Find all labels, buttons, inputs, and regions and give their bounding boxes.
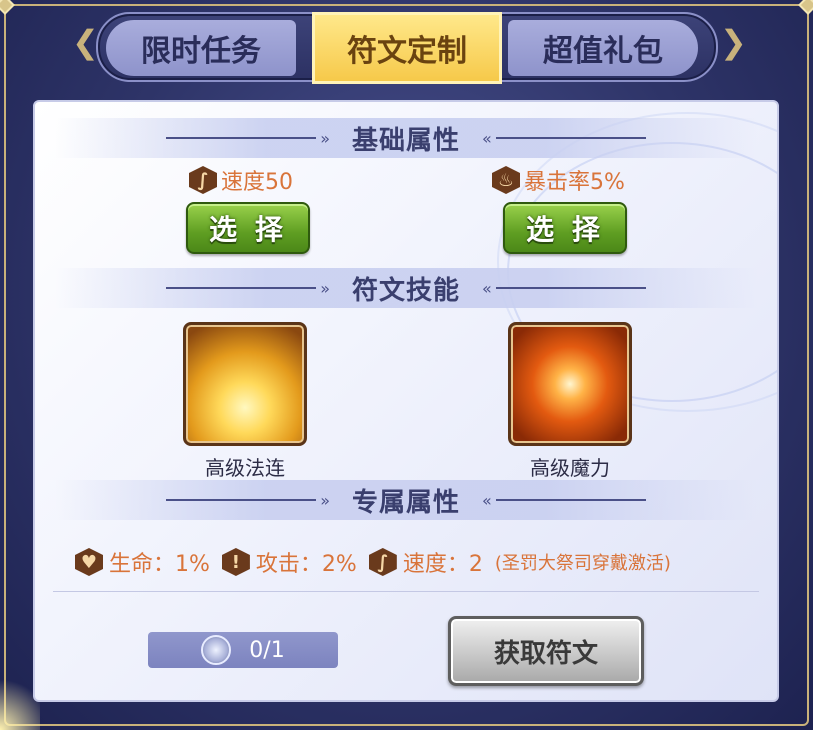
select-crit-button[interactable]: 选 择 <box>503 202 627 254</box>
divider <box>53 591 759 592</box>
section-header-exclusive: » 专属属性 « <box>35 480 777 520</box>
double-chevron-right-icon: » <box>320 278 330 298</box>
exclusive-activation-note: (圣罚大祭司穿戴激活) <box>494 553 671 574</box>
rune-counter: 0/1 <box>148 632 338 668</box>
exclusive-attr-speed: ∫ 速度：2 <box>368 546 483 578</box>
skill-name-chain: 高级法连 <box>205 456 285 480</box>
select-speed-button[interactable]: 选 择 <box>186 202 310 254</box>
basic-attr-crit: ♨ 暴击率5% <box>492 164 625 196</box>
basic-attr-crit-label: 暴击率5% <box>524 170 625 195</box>
heart-icon: ♥ <box>75 548 103 576</box>
section-header-skill: » 符文技能 « <box>35 268 777 308</box>
crit-icon: ♨ <box>492 166 520 194</box>
tab-value-pack[interactable]: 超值礼包 <box>508 20 698 76</box>
section-title-basic: 基础属性 <box>351 125 460 156</box>
double-chevron-right-icon: » <box>320 128 330 148</box>
exclusive-attrs-row: ♥ 生命：1% ! 攻击：2% ∫ 速度：2 (圣罚大祭司穿戴激活) <box>75 546 671 578</box>
speed-icon: ∫ <box>189 166 217 194</box>
exclusive-attr-hp: ♥ 生命：1% <box>75 546 210 578</box>
rune-count: 0/1 <box>249 637 285 663</box>
advanced-magic-skill-icon[interactable] <box>508 322 632 446</box>
section-header-basic: » 基础属性 « <box>35 118 777 158</box>
double-chevron-left-icon: « <box>482 128 492 148</box>
double-chevron-left-icon: « <box>482 490 492 510</box>
tab-flourish-left-icon: ❮ <box>72 23 99 61</box>
exclusive-attr-attack: ! 攻击：2% <box>221 546 357 578</box>
rune-token-icon <box>201 635 232 665</box>
tab-rune-custom[interactable]: 符文定制 <box>312 12 502 84</box>
tab-limited-tasks[interactable]: 限时任务 <box>106 20 296 76</box>
tab-bar: 限时任务 符文定制 超值礼包 <box>96 12 718 84</box>
basic-attr-speed: ∫ 速度50 <box>189 164 293 196</box>
section-title-skill: 符文技能 <box>351 275 460 306</box>
attack-icon: ! <box>221 548 250 576</box>
section-title-exclusive: 专属属性 <box>351 487 460 518</box>
corner-ornament-top-left <box>0 0 15 15</box>
tab-flourish-right-icon: ❯ <box>720 23 747 61</box>
basic-attr-speed-label: 速度50 <box>221 170 293 195</box>
speed-icon: ∫ <box>368 548 397 576</box>
double-chevron-left-icon: « <box>482 278 492 298</box>
corner-ornament-top-right <box>798 0 813 15</box>
get-rune-button[interactable]: 获取符文 <box>448 616 644 686</box>
skill-name-magic: 高级魔力 <box>530 456 610 480</box>
rune-custom-panel: » 基础属性 « ∫ 速度50 ♨ 暴击率5% 选 择 选 择 » 符文技能 «… <box>33 100 779 702</box>
advanced-chain-skill-icon[interactable] <box>183 322 307 446</box>
double-chevron-right-icon: » <box>320 490 330 510</box>
